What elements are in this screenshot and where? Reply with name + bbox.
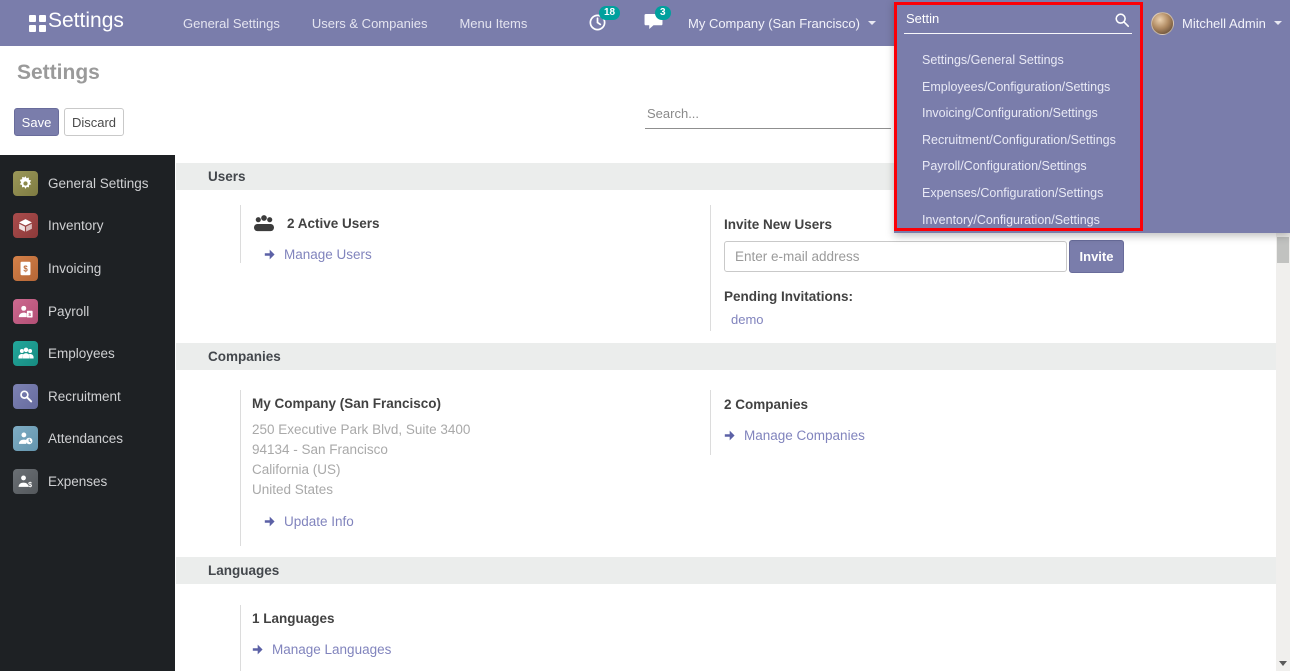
user-menu[interactable]: Mitchell Admin [1151,0,1282,46]
search-result-item[interactable]: Payroll/Configuration/Settings [894,153,1140,180]
menu-search-row [906,7,1132,33]
menu-users-companies[interactable]: Users & Companies [296,16,444,31]
active-users-count: 2 Active Users [287,216,380,231]
sidebar-item-invoicing[interactable]: $ Invoicing [0,247,175,290]
address-line: 250 Executive Park Blvd, Suite 3400 [252,420,695,440]
section-header-languages: Languages [176,557,1276,584]
attendance-icon [13,426,38,451]
sidebar-item-attendances[interactable]: Attendances [0,418,175,461]
chevron-down-icon [1279,661,1287,666]
user-name: Mitchell Admin [1182,16,1266,31]
languages-count: 1 Languages [252,611,695,626]
sidebar-item-general-settings[interactable]: General Settings [0,162,175,205]
svg-text:$: $ [23,264,28,273]
menu-menu-items[interactable]: Menu Items [443,16,543,31]
companies-count: 2 Companies [724,397,1175,412]
search-result-item[interactable]: Invoicing/Configuration/Settings [894,100,1140,127]
manage-users-link[interactable]: Manage Users [264,247,695,262]
navbar-menus: General Settings Users & Companies Menu … [167,0,543,46]
search-result-item[interactable]: Recruitment/Configuration/Settings [894,127,1140,154]
manage-companies-label: Manage Companies [744,428,865,443]
systray: 18 3 [588,0,664,46]
arrow-right-icon [252,643,265,656]
search-icon[interactable] [1114,12,1130,28]
search-result-item[interactable]: Settings/General Settings [894,47,1140,74]
apps-grid-icon[interactable] [29,15,46,32]
manage-users-label: Manage Users [284,247,372,262]
magnifier-icon [13,384,38,409]
svg-text:$: $ [28,312,31,318]
message-count-badge: 3 [655,6,671,20]
address-line: United States [252,480,695,500]
pending-invitation-user[interactable]: demo [731,312,1175,327]
chevron-down-icon [1274,21,1282,25]
section-header-companies: Companies [176,343,1276,370]
companies-summary-block: 2 Companies Manage Companies [710,390,1175,455]
chevron-down-icon [868,21,876,25]
avatar [1151,12,1174,35]
sidebar-item-label: Invoicing [48,261,101,276]
scroll-down-button[interactable] [1276,657,1290,670]
sidebar-item-label: Payroll [48,304,89,319]
payroll-icon: $ [13,299,38,324]
sidebar-item-label: General Settings [48,176,149,191]
save-button[interactable]: Save [14,108,59,136]
arrow-right-icon [264,248,277,261]
company-info-block: My Company (San Francisco) 250 Executive… [240,390,695,546]
manage-languages-link[interactable]: Manage Languages [252,642,695,657]
svg-text:$: $ [28,481,32,489]
menu-general-settings[interactable]: General Settings [167,16,296,31]
activity-count-badge: 18 [599,6,620,20]
activities-button[interactable]: 18 [588,13,608,33]
sidebar-item-label: Expenses [48,474,107,489]
manage-companies-link[interactable]: Manage Companies [724,428,1175,443]
search-result-item[interactable]: Inventory/Configuration/Settings [894,207,1140,234]
box-icon [13,213,38,238]
sidebar-item-employees[interactable]: Employees [0,332,175,375]
update-info-link[interactable]: Update Info [264,514,695,529]
sidebar-item-label: Employees [48,346,115,361]
address-line: California (US) [252,460,695,480]
invite-email-input[interactable] [724,241,1067,272]
users-summary-block: 2 Active Users Manage Users [240,205,695,263]
company-selector[interactable]: My Company (San Francisco) [688,0,876,46]
manage-languages-label: Manage Languages [272,642,391,657]
arrow-right-icon [264,515,277,528]
sidebar-item-label: Recruitment [48,389,121,404]
sidebar-item-label: Attendances [48,431,123,446]
employees-icon [13,341,38,366]
arrow-right-icon [724,429,737,442]
company-address: 250 Executive Park Blvd, Suite 3400 9413… [252,420,695,500]
settings-sidebar: General Settings Inventory $ Invoicing $… [0,155,175,671]
address-line: 94134 - San Francisco [252,440,695,460]
sidebar-item-recruitment[interactable]: Recruitment [0,375,175,418]
invoice-icon: $ [13,256,38,281]
expense-icon: $ [13,469,38,494]
search-underline [904,33,1132,34]
company-selector-label: My Company (San Francisco) [688,16,860,31]
languages-summary-block: 1 Languages Manage Languages [240,605,695,671]
search-results-list: Settings/General Settings Employees/Conf… [894,47,1140,233]
sidebar-item-label: Inventory [48,218,104,233]
app-title: Settings [48,9,124,33]
search-result-item[interactable]: Expenses/Configuration/Settings [894,180,1140,207]
messages-button[interactable]: 3 [644,13,664,33]
scrollbar-thumb[interactable] [1277,237,1289,263]
company-name: My Company (San Francisco) [252,396,695,411]
gear-icon [13,171,38,196]
search-result-item[interactable]: Employees/Configuration/Settings [894,74,1140,101]
update-info-label: Update Info [284,514,354,529]
discard-button[interactable]: Discard [64,108,124,136]
invite-button[interactable]: Invite [1069,240,1124,273]
record-search [645,102,891,129]
menu-search-input[interactable] [906,7,1096,26]
sidebar-item-payroll[interactable]: $ Payroll [0,290,175,333]
page-title: Settings [17,61,100,85]
pending-invitations-label: Pending Invitations: [724,289,1175,304]
sidebar-item-inventory[interactable]: Inventory [0,205,175,248]
record-search-input[interactable] [645,102,891,129]
sidebar-item-expenses[interactable]: $ Expenses [0,460,175,503]
users-group-icon [252,214,276,233]
